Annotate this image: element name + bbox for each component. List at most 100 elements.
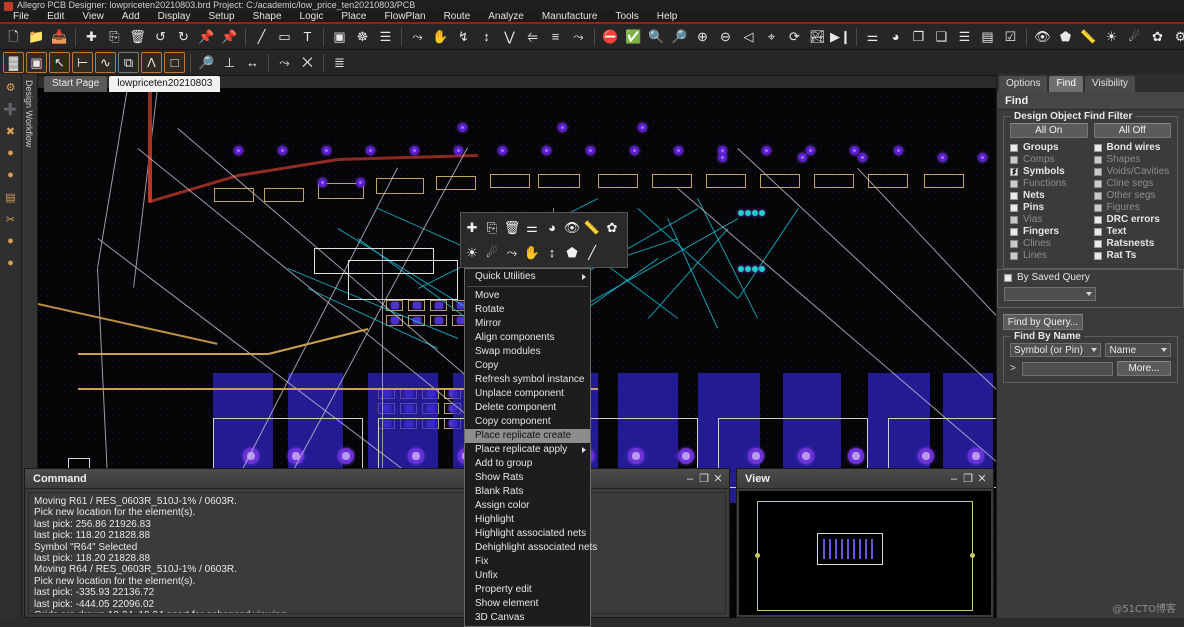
subclass-icon[interactable]: ❑	[931, 26, 952, 47]
find-filter-checkbox[interactable]: Other segs	[1094, 190, 1172, 202]
move-icon[interactable]: ✚	[81, 26, 102, 47]
custom-smooth-icon[interactable]: ↕	[542, 240, 562, 265]
find-filter-checkbox[interactable]: Figures	[1094, 202, 1172, 214]
highlight-icon[interactable]: ☀	[1101, 26, 1122, 47]
redo-icon[interactable]: ↻	[173, 26, 194, 47]
find-filter-checkbox[interactable]: Vias	[1010, 214, 1088, 226]
zoom-in-icon[interactable]: ⊕	[692, 26, 713, 47]
menu-flowplan[interactable]: FlowPlan	[375, 11, 434, 23]
shape-add-icon[interactable]: ⬟	[562, 240, 582, 265]
context-menu-item[interactable]: Copy	[465, 359, 590, 373]
context-menu-item[interactable]: Add to group	[465, 457, 590, 471]
assign-color-icon[interactable]: ✿	[602, 215, 622, 240]
find-filter-checkbox[interactable]: Pins	[1010, 202, 1088, 214]
spread-between-icon[interactable]: ≡	[545, 26, 566, 47]
copy-icon[interactable]: ⎘	[482, 215, 502, 240]
find-filter-checkbox[interactable]: Voids/Cavities	[1094, 166, 1172, 178]
workflow-manufacture-icon[interactable]: ✂	[1, 208, 21, 230]
restore-button[interactable]: ❐	[961, 472, 975, 486]
context-menu-item[interactable]: Unplace component	[465, 387, 590, 401]
zoom-center-icon[interactable]: ⌖	[761, 26, 782, 47]
3d-view-icon[interactable]: ⬟	[1055, 26, 1076, 47]
new-file-icon[interactable]: 🗋	[3, 26, 24, 47]
workflow-analyze-icon[interactable]: ●	[1, 230, 21, 252]
context-menu-item[interactable]: Highlight	[465, 513, 590, 527]
context-menu-item[interactable]: Dehighlight associated nets	[465, 541, 590, 555]
context-menu-item[interactable]: Swap modules	[465, 345, 590, 359]
zoom-fit-icon[interactable]: 🔍	[646, 26, 667, 47]
find-filter-checkbox[interactable]: Ratsnests	[1094, 238, 1172, 250]
menu-help[interactable]: Help	[648, 11, 687, 23]
context-menu-item[interactable]: Assign color	[465, 499, 590, 513]
context-menu-item[interactable]: Refresh symbol instance	[465, 373, 590, 387]
slide-icon[interactable]: ✋	[522, 240, 542, 265]
context-menu-item[interactable]: Fix	[465, 555, 590, 569]
mirror-icon[interactable]: ▶❙	[830, 26, 851, 47]
find-filter-checkbox[interactable]: Fingers	[1010, 226, 1088, 238]
menu-logic[interactable]: Logic	[291, 11, 333, 23]
drc-off-icon[interactable]: ✅	[623, 26, 644, 47]
context-menu-item[interactable]: Move	[465, 289, 590, 303]
menu-view[interactable]: View	[73, 11, 113, 23]
workflow-placement-icon[interactable]: ●	[1, 164, 21, 186]
place-component-icon[interactable]: ☸	[352, 26, 373, 47]
unpin-icon[interactable]: 📌	[219, 26, 240, 47]
context-menu-item[interactable]: Highlight associated nets	[465, 527, 590, 541]
app-mode-signal-icon[interactable]: ↖	[49, 52, 70, 73]
measure-icon[interactable]: 📏	[582, 215, 602, 240]
right-dock-tab-options[interactable]: Options	[999, 76, 1047, 92]
menu-route[interactable]: Route	[435, 11, 480, 23]
menu-analyze[interactable]: Analyze	[479, 11, 533, 23]
highlight-icon[interactable]: ☀	[462, 240, 482, 265]
find-filter-checkbox[interactable]: Comps	[1010, 154, 1088, 166]
context-menu-item[interactable]: Show element	[465, 597, 590, 611]
menu-file[interactable]: File	[4, 11, 38, 23]
app-mode-placement-icon[interactable]: ▓	[3, 52, 24, 73]
grid-icon[interactable]: ⚌	[522, 215, 542, 240]
db-check-icon[interactable]: ☑	[1000, 26, 1021, 47]
more-button[interactable]: More...	[1117, 361, 1171, 376]
workflow-finish-icon[interactable]: ●	[1, 252, 21, 274]
find-filter-checkbox[interactable]: Shapes	[1094, 154, 1172, 166]
view-preview-canvas[interactable]	[739, 491, 991, 615]
find-filter-checkbox[interactable]: Lines	[1010, 250, 1088, 262]
all-on-button[interactable]: All On	[1010, 123, 1088, 138]
quickplace-icon[interactable]: ☰	[375, 26, 396, 47]
context-menu-item[interactable]: Show Rats	[465, 471, 590, 485]
context-menu-item[interactable]: Quick Utilities	[465, 270, 590, 284]
right-dock-tab-visibility[interactable]: Visibility	[1085, 76, 1135, 92]
menu-add[interactable]: Add	[113, 11, 149, 23]
assign-color-icon[interactable]: ✿	[1147, 26, 1168, 47]
context-menu-item[interactable]: Mirror	[465, 317, 590, 331]
net-schedule-icon[interactable]: ⨉	[297, 52, 318, 73]
app-mode-general-icon[interactable]: □	[164, 52, 185, 73]
drc-on-icon[interactable]: ⛔	[600, 26, 621, 47]
undo-icon[interactable]: ↺	[150, 26, 171, 47]
menu-manufacture[interactable]: Manufacture	[533, 11, 607, 23]
find-filter-checkbox[interactable]: Clines	[1010, 238, 1088, 250]
save-icon[interactable]: 📥	[49, 26, 70, 47]
find-filter-checkbox[interactable]: DRC errors	[1094, 214, 1172, 226]
delete-icon[interactable]: 🗑	[127, 26, 148, 47]
pin-icon[interactable]: 📌	[196, 26, 217, 47]
workflow-library-icon[interactable]: ●	[1, 142, 21, 164]
context-menu-item[interactable]: Delete component	[465, 401, 590, 415]
context-menu-item[interactable]: Place replicate apply	[465, 443, 590, 457]
command-output-area[interactable]: Moving R61 / RES_0603R_510J-1% / 0603R.P…	[28, 492, 726, 614]
settings-icon[interactable]: ⚙	[1170, 26, 1184, 47]
move-icon[interactable]: ✚	[462, 215, 482, 240]
placement-edit-icon[interactable]: ▣	[329, 26, 350, 47]
spread-icon[interactable]: ≣	[329, 52, 350, 73]
connect-line-icon[interactable]: ⤳	[274, 52, 295, 73]
layer-icon[interactable]: ❐	[908, 26, 929, 47]
app-mode-wave-icon[interactable]: ∿	[95, 52, 116, 73]
workflow-setup-icon[interactable]: ⚙	[1, 76, 21, 98]
refresh-icon[interactable]: ⟳	[784, 26, 805, 47]
line-add-icon[interactable]: ╱	[582, 240, 602, 265]
linear-dimension-icon[interactable]: ↔	[242, 52, 263, 73]
delay-tune-icon[interactable]: ↯	[453, 26, 474, 47]
right-dock-tab-find[interactable]: Find	[1049, 76, 1082, 92]
delete-icon[interactable]: 🗑	[502, 215, 522, 240]
workflow-add-icon[interactable]: ➕	[1, 98, 21, 120]
context-menu-item[interactable]: Align components	[465, 331, 590, 345]
